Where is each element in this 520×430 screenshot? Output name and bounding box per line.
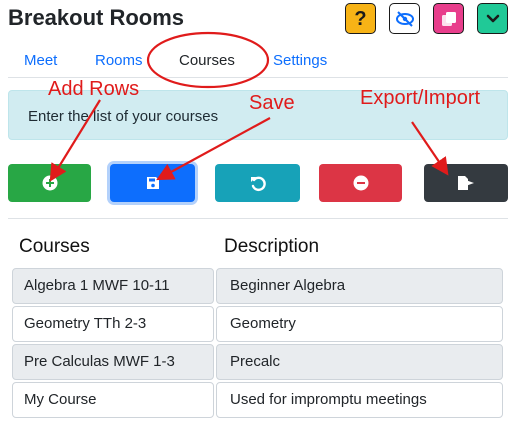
- add-rows-callout: Add Rows: [48, 78, 140, 100]
- add-rows-arrow: [49, 99, 101, 182]
- save-arrow: [156, 117, 271, 181]
- save-callout: Save: [249, 92, 295, 114]
- export-arrow: [411, 121, 449, 176]
- export-import-callout: Export/Import: [360, 87, 481, 109]
- courses-tab-highlight: [146, 31, 270, 89]
- annotation-overlay: [49, 31, 449, 182]
